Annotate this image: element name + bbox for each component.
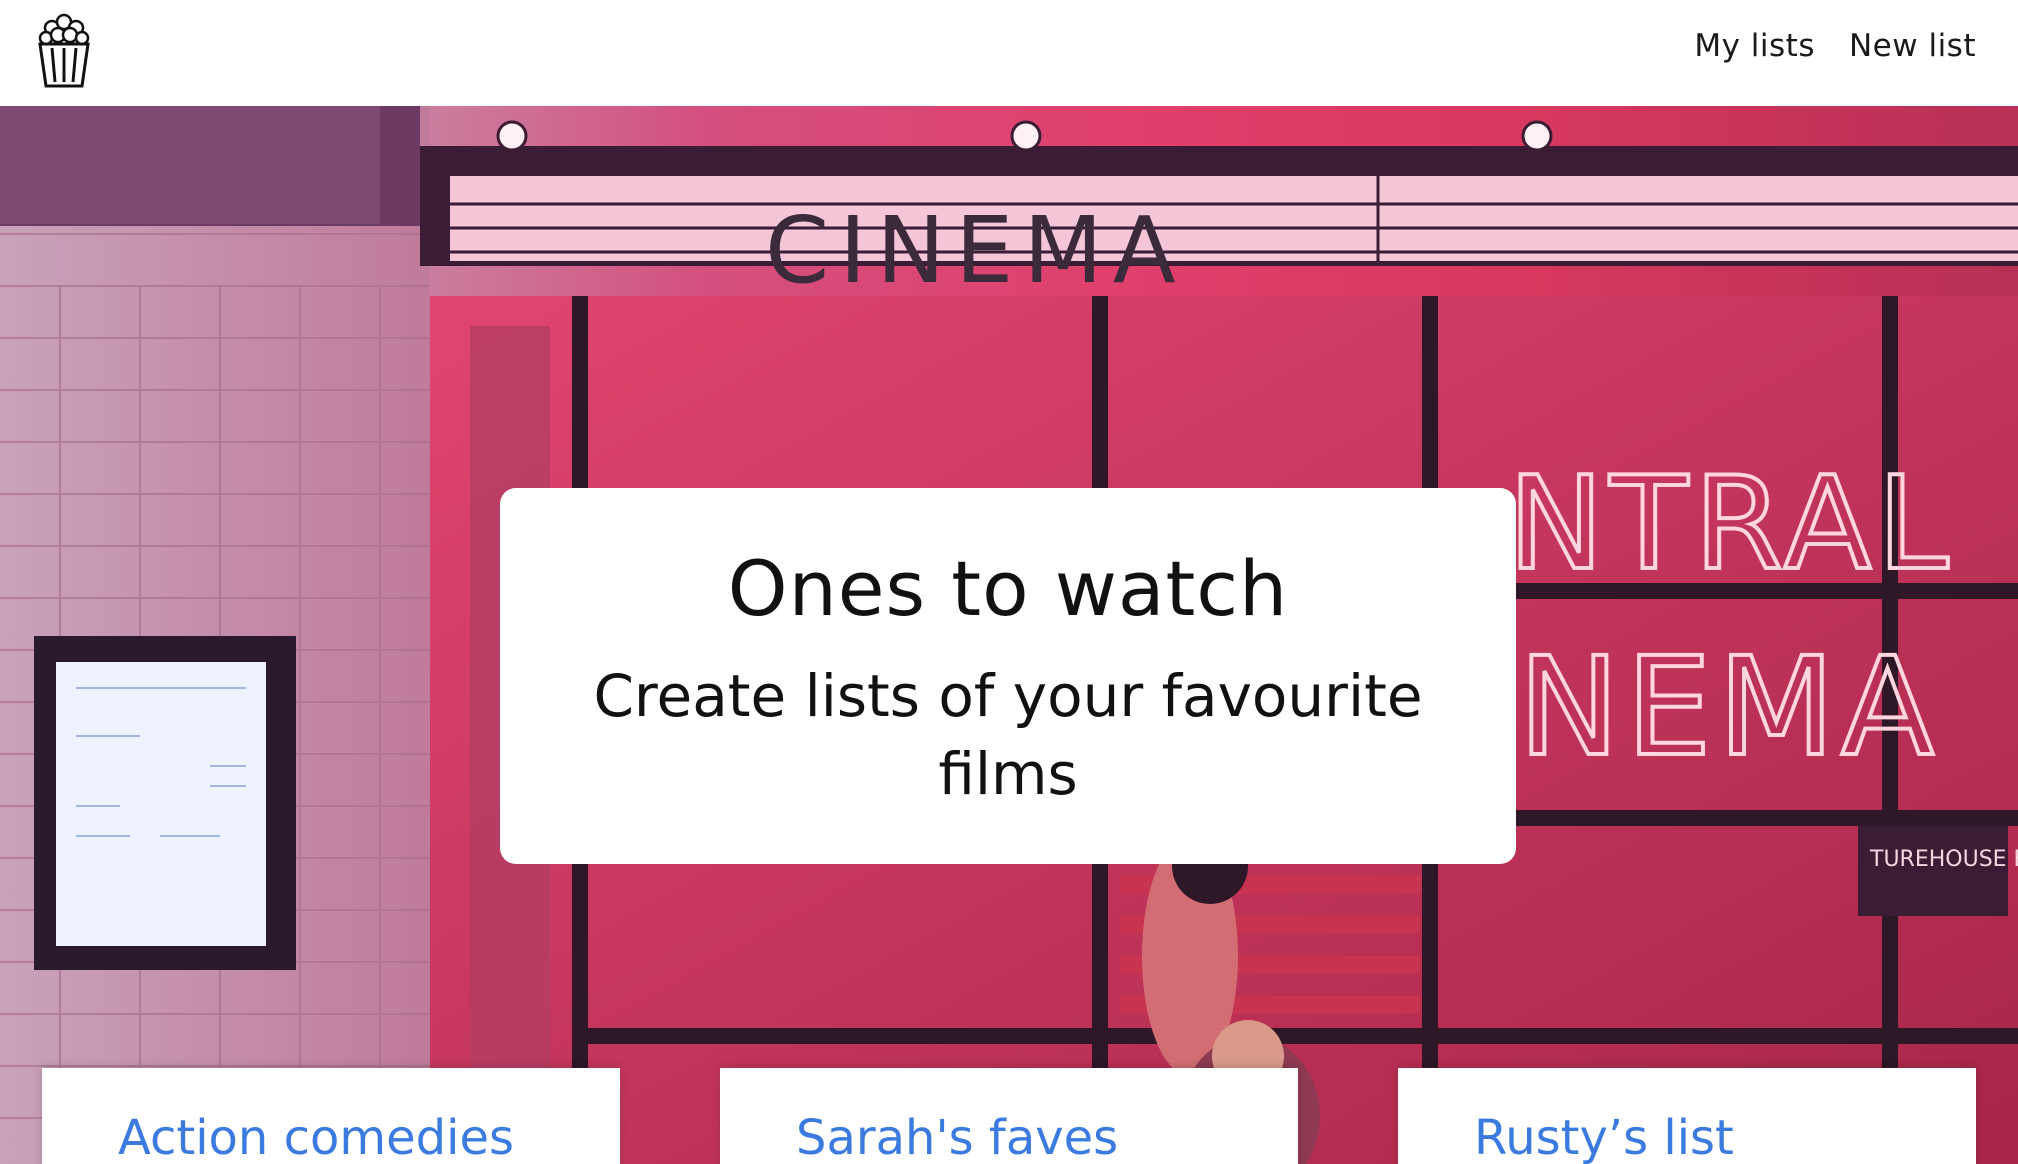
neon-sign-line2: NEMA bbox=[1518, 629, 1940, 787]
cinema-sign-text: CINEMA bbox=[765, 197, 1186, 304]
list-card-title[interactable]: Rusty’s list bbox=[1474, 1110, 1734, 1164]
hero-image: CINEMA NTRAL NEMA TUREHOUSE Ones to watc… bbox=[0, 106, 2018, 1164]
main-nav: My lists New list bbox=[1694, 28, 1976, 64]
page-subtitle: Create lists of your favourite films bbox=[593, 662, 1423, 808]
small-sign-text: TUREHOUSE ENTRAL bbox=[1869, 847, 2018, 872]
neon-sign-line1: NTRAL bbox=[1508, 450, 1955, 599]
intro-card: Ones to watch Create lists of your favou… bbox=[500, 488, 1516, 864]
list-card[interactable]: Rusty’s list bbox=[1398, 1068, 1976, 1164]
popcorn-icon[interactable] bbox=[36, 10, 92, 90]
list-card[interactable]: Action comedies bbox=[42, 1068, 620, 1164]
list-card-title[interactable]: Sarah's faves bbox=[796, 1110, 1118, 1164]
list-card-title[interactable]: Action comedies bbox=[118, 1110, 514, 1164]
site-header: My lists New list bbox=[0, 0, 2018, 106]
nav-new-list-link[interactable]: New list bbox=[1849, 28, 1976, 64]
page-title: Ones to watch bbox=[727, 544, 1289, 633]
nav-my-lists-link[interactable]: My lists bbox=[1694, 28, 1815, 64]
list-card[interactable]: Sarah's faves bbox=[720, 1068, 1298, 1164]
lists-grid: Action comedies Sarah's faves Rusty’s li… bbox=[0, 1068, 2018, 1164]
